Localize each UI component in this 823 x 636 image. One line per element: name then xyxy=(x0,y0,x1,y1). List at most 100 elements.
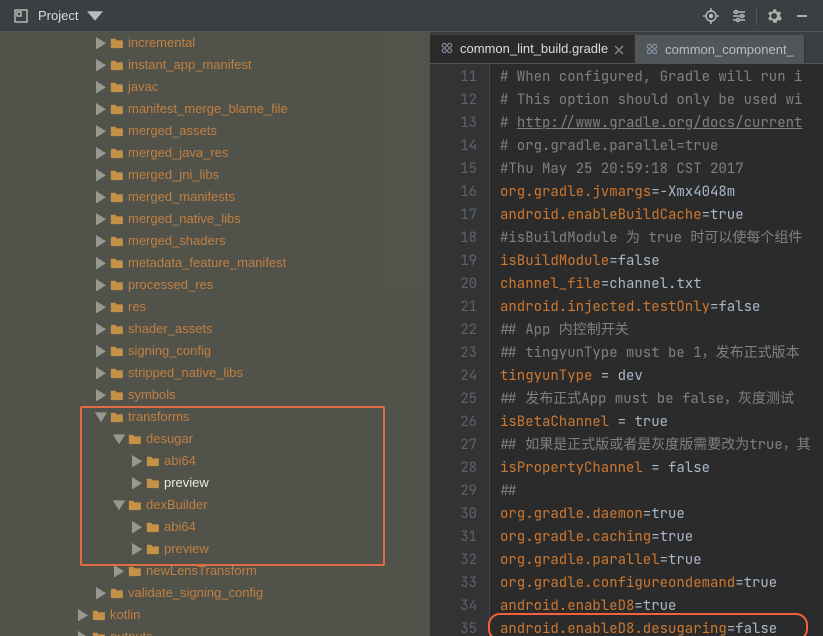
code-line[interactable]: android.injected.testOnly=false xyxy=(500,296,823,319)
target-icon[interactable] xyxy=(700,5,722,27)
toolbar-title[interactable]: Project xyxy=(38,8,78,23)
code-line[interactable]: #isBuildModule 为 true 时可以使每个组件 xyxy=(500,227,823,250)
chevron-icon[interactable] xyxy=(96,37,106,50)
code-line[interactable]: android.enableD8=true xyxy=(500,595,823,618)
tree-item-newLensTransform[interactable]: newLensTransform xyxy=(0,560,430,582)
code-line[interactable]: org.gradle.parallel=true xyxy=(500,549,823,572)
code-line[interactable]: ## tingyunType must be 1，发布正式版本 xyxy=(500,342,823,365)
chevron-icon[interactable] xyxy=(96,213,106,226)
tree-item-symbols[interactable]: symbols xyxy=(0,384,430,406)
code-line[interactable]: tingyunType = dev xyxy=(500,365,823,388)
tree-item-preview[interactable]: preview xyxy=(0,472,430,494)
code-line[interactable]: # org.gradle.parallel=true xyxy=(500,135,823,158)
tree-item-kotlin[interactable]: kotlin xyxy=(0,604,430,626)
chevron-icon[interactable] xyxy=(113,500,126,510)
tree-item-merged_assets[interactable]: merged_assets xyxy=(0,120,430,142)
chevron-icon[interactable] xyxy=(132,477,142,490)
editor-tab[interactable]: common_component_ xyxy=(635,35,805,63)
code-line[interactable]: ## xyxy=(500,480,823,503)
tree-item-res[interactable]: res xyxy=(0,296,430,318)
chevron-icon[interactable] xyxy=(132,521,142,534)
tree-item-signing_config[interactable]: signing_config xyxy=(0,340,430,362)
gear-icon[interactable] xyxy=(763,5,785,27)
tree-item-abi64[interactable]: abi64 xyxy=(0,516,430,538)
chevron-icon[interactable] xyxy=(96,587,106,600)
chevron-icon[interactable] xyxy=(132,543,142,556)
tree-item-instant_app_manifest[interactable]: instant_app_manifest xyxy=(0,54,430,76)
tree-item-processed_res[interactable]: processed_res xyxy=(0,274,430,296)
tree-item-transforms[interactable]: transforms xyxy=(0,406,430,428)
tree-item-incremental[interactable]: incremental xyxy=(0,32,430,54)
chevron-icon[interactable] xyxy=(96,235,106,248)
chevron-icon[interactable] xyxy=(96,81,106,94)
code-line[interactable]: # This option should only be used wi xyxy=(500,89,823,112)
tree-item-validate_signing_config[interactable]: validate_signing_config xyxy=(0,582,430,604)
chevron-icon[interactable] xyxy=(96,323,106,336)
tree-item-javac[interactable]: javac xyxy=(0,76,430,98)
tree-item-merged_java_res[interactable]: merged_java_res xyxy=(0,142,430,164)
chevron-icon[interactable] xyxy=(96,103,106,116)
tree-item-desugar[interactable]: desugar xyxy=(0,428,430,450)
chevron-icon[interactable] xyxy=(96,169,106,182)
code-line[interactable]: #Thu May 25 20:59:18 CST 2017 xyxy=(500,158,823,181)
code-line[interactable]: channel_file=channel.txt xyxy=(500,273,823,296)
editor-tab[interactable]: common_lint_build.gradle xyxy=(430,35,635,63)
editor-code-lines[interactable]: # When configured, Gradle will run i# Th… xyxy=(490,64,823,636)
tree-item-label: merged_assets xyxy=(128,120,217,142)
chevron-icon[interactable] xyxy=(132,455,142,468)
code-line[interactable]: isPropertyChannel = false xyxy=(500,457,823,480)
code-line[interactable]: isBetaChannel = true xyxy=(500,411,823,434)
chevron-icon[interactable] xyxy=(96,345,106,358)
code-line[interactable]: android.enableD8.desugaring=false xyxy=(500,618,823,636)
editor-code[interactable]: 1112131415161718192021222324252627282930… xyxy=(430,64,823,636)
project-view-icon[interactable] xyxy=(10,5,32,27)
code-line[interactable]: isBuildModule=false xyxy=(500,250,823,273)
chevron-icon[interactable] xyxy=(96,147,106,160)
chevron-icon[interactable] xyxy=(96,125,106,138)
chevron-icon[interactable] xyxy=(95,412,108,422)
tree-item-merged_jni_libs[interactable]: merged_jni_libs xyxy=(0,164,430,186)
chevron-icon[interactable] xyxy=(96,279,106,292)
close-icon[interactable] xyxy=(614,43,624,53)
chevron-icon[interactable] xyxy=(96,191,106,204)
code-line[interactable]: ## 发布正式App must be false，灰度测试 xyxy=(500,388,823,411)
tree-item-stripped_native_libs[interactable]: stripped_native_libs xyxy=(0,362,430,384)
line-number: 25 xyxy=(430,388,477,411)
code-line[interactable]: # When configured, Gradle will run i xyxy=(500,66,823,89)
chevron-icon[interactable] xyxy=(96,367,106,380)
chevron-icon[interactable] xyxy=(96,257,106,270)
code-line[interactable]: org.gradle.jvmargs=-Xmx4048m xyxy=(500,181,823,204)
tree-item-shader_assets[interactable]: shader_assets xyxy=(0,318,430,340)
tree-item-merged_native_libs[interactable]: merged_native_libs xyxy=(0,208,430,230)
code-line[interactable]: android.enableBuildCache=true xyxy=(500,204,823,227)
code-line[interactable]: ## App 内控制开关 xyxy=(500,319,823,342)
project-tree[interactable]: incrementalinstant_app_manifestjavacmani… xyxy=(0,32,430,636)
chevron-icon[interactable] xyxy=(96,59,106,72)
tree-item-preview[interactable]: preview xyxy=(0,538,430,560)
code-line[interactable]: org.gradle.caching=true xyxy=(500,526,823,549)
chevron-icon[interactable] xyxy=(114,565,124,578)
line-number: 16 xyxy=(430,181,477,204)
line-number: 28 xyxy=(430,457,477,480)
editor-tab-bar[interactable]: common_lint_build.gradlecommon_component… xyxy=(430,32,823,64)
code-line[interactable]: # http://www.gradle.org/docs/current xyxy=(500,112,823,135)
chevron-icon[interactable] xyxy=(78,631,88,636)
chevron-icon[interactable] xyxy=(113,434,126,444)
tree-item-manifest_merge_blame_file[interactable]: manifest_merge_blame_file xyxy=(0,98,430,120)
folder-icon xyxy=(110,81,124,93)
tree-item-merged_manifests[interactable]: merged_manifests xyxy=(0,186,430,208)
chevron-icon[interactable] xyxy=(78,609,88,622)
tree-item-dexBuilder[interactable]: dexBuilder xyxy=(0,494,430,516)
dropdown-icon[interactable] xyxy=(84,5,106,27)
code-line[interactable]: org.gradle.configureondemand=true xyxy=(500,572,823,595)
chevron-icon[interactable] xyxy=(96,389,106,402)
chevron-icon[interactable] xyxy=(96,301,106,314)
tree-item-abi64[interactable]: abi64 xyxy=(0,450,430,472)
code-line[interactable]: ## 如果是正式版或者是灰度版需要改为true，其 xyxy=(500,434,823,457)
settings-sliders-icon[interactable] xyxy=(728,5,750,27)
tree-item-merged_shaders[interactable]: merged_shaders xyxy=(0,230,430,252)
tree-item-metadata_feature_manifest[interactable]: metadata_feature_manifest xyxy=(0,252,430,274)
code-line[interactable]: org.gradle.daemon=true xyxy=(500,503,823,526)
tree-item-outputs[interactable]: outputs xyxy=(0,626,430,636)
minimize-icon[interactable] xyxy=(791,5,813,27)
